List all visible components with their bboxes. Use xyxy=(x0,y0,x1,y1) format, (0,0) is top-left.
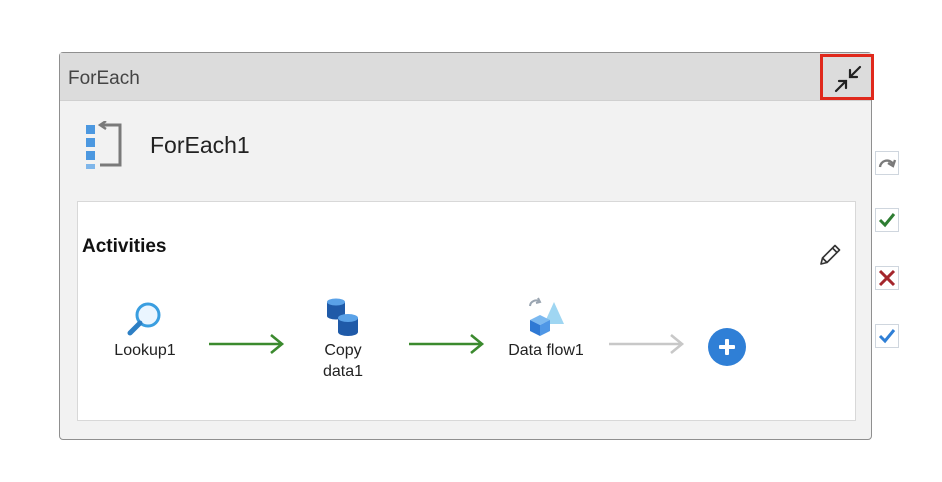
activity-node-label: Lookup1 xyxy=(114,342,176,359)
failure-x-icon xyxy=(878,269,896,287)
activity-node-copy-data[interactable]: Copy data1 xyxy=(303,296,383,382)
activities-title: Activities xyxy=(82,236,167,257)
activity-name: ForEach1 xyxy=(150,132,250,158)
activity-node-label-line2: data1 xyxy=(322,363,364,380)
pencil-icon[interactable] xyxy=(817,242,843,268)
foreach-container: ForEach ForEach1 Activities Lookup1 Copy… xyxy=(59,52,874,440)
failure-path-button[interactable] xyxy=(875,266,899,290)
add-activity-button[interactable] xyxy=(708,328,746,366)
completion-check-icon xyxy=(878,329,896,344)
success-arrow xyxy=(209,333,285,355)
redo-icon xyxy=(878,159,897,168)
success-path-button[interactable] xyxy=(875,208,899,232)
container-header-title: ForEach xyxy=(68,68,140,89)
activity-node-data-flow[interactable]: Data flow1 xyxy=(496,296,596,361)
lookup-icon xyxy=(127,302,161,336)
collapse-button[interactable] xyxy=(820,54,874,100)
copy-data-icon xyxy=(327,298,358,336)
data-flow-icon xyxy=(529,297,564,336)
inactive-arrow xyxy=(609,333,685,355)
activity-node-label: Data flow1 xyxy=(508,342,584,359)
activity-node-label: Copy xyxy=(324,342,362,359)
success-check-icon xyxy=(878,213,896,228)
completion-path-button[interactable] xyxy=(875,324,899,348)
container-header: ForEach xyxy=(60,53,874,101)
activities-panel: Activities Lookup1 Copy data1 Data flow1 xyxy=(77,201,856,421)
collapse-icon xyxy=(834,65,862,93)
redo-button[interactable] xyxy=(875,151,899,175)
success-arrow xyxy=(409,333,485,355)
foreach-icon xyxy=(86,121,122,169)
activity-node-lookup[interactable]: Lookup1 xyxy=(100,300,190,361)
